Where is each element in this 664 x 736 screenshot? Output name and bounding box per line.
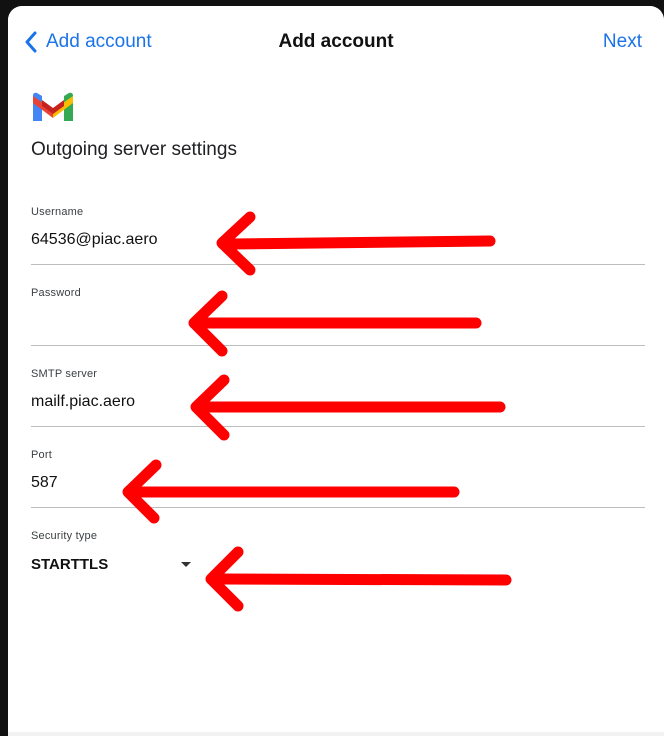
red-arrow-username xyxy=(216,211,496,276)
red-arrow-smtp xyxy=(190,374,506,441)
red-arrow-port xyxy=(122,459,460,524)
red-arrow-password xyxy=(188,290,482,357)
red-arrow-security xyxy=(205,546,512,612)
annotation-layer xyxy=(122,211,512,612)
